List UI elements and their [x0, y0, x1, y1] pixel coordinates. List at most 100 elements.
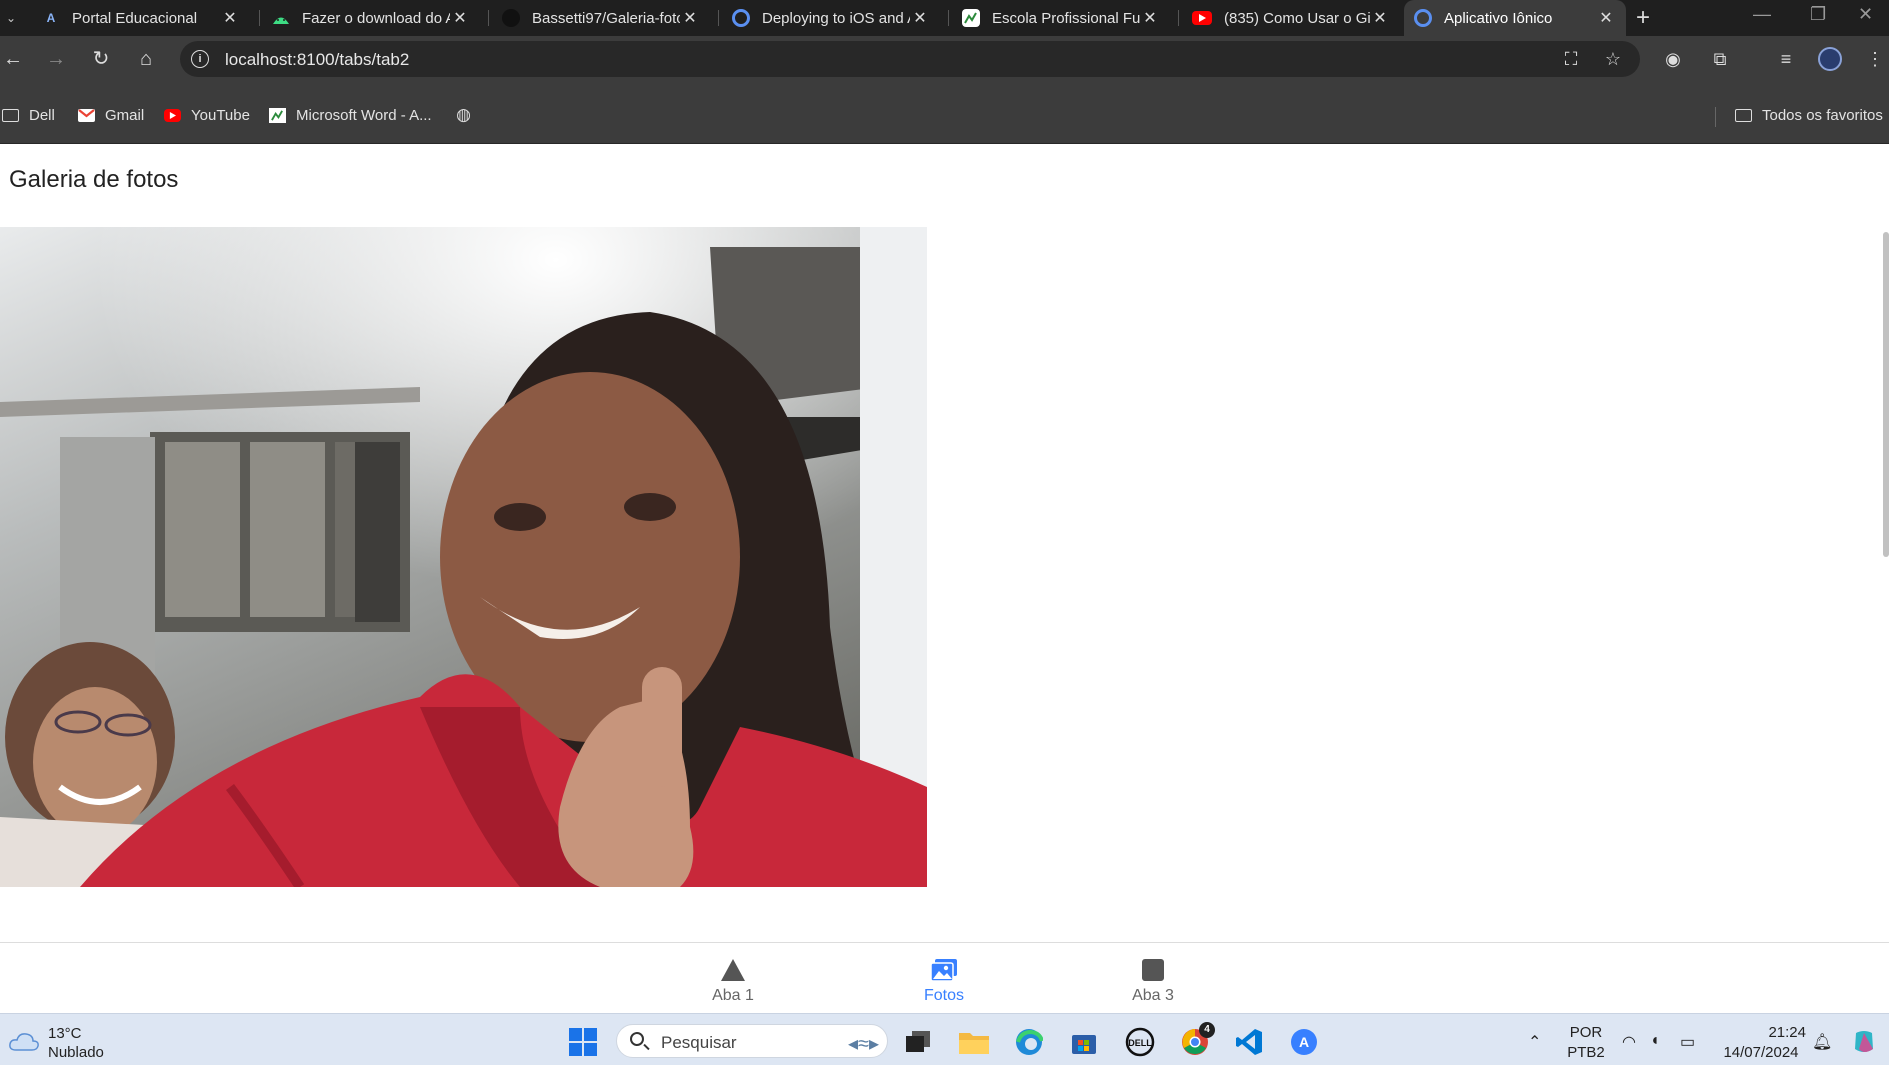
search-highlight-icon: ◂≈▸ — [847, 1033, 879, 1055]
volume-icon[interactable]: ◖ — [1650, 1032, 1660, 1050]
profile-avatar[interactable] — [1818, 47, 1842, 71]
clock-date: 14/07/2024 — [1723, 1044, 1799, 1061]
wifi-icon[interactable]: ◠ — [1622, 1032, 1636, 1052]
translate-icon[interactable]: ⛶ — [1560, 48, 1582, 70]
browser-tab-youtube[interactable]: (835) Como Usar o Git ✕ — [1182, 0, 1400, 36]
triangle-icon — [673, 957, 793, 983]
tab-divider — [948, 10, 949, 26]
tray-chevron-up-icon[interactable]: ⌃ — [1528, 1032, 1541, 1052]
tab-label: Fotos — [923, 987, 964, 1004]
bookmark-label: Dell — [29, 107, 55, 124]
school-icon — [962, 9, 980, 27]
edge-icon[interactable] — [1013, 1026, 1045, 1058]
all-bookmarks-label: Todos os favoritos — [1762, 107, 1883, 124]
tab-divider — [1178, 10, 1179, 26]
window-close-icon[interactable]: ✕ — [1858, 4, 1873, 25]
all-bookmarks-folder[interactable]: Todos os favoritos — [1735, 107, 1883, 124]
tab-fotos[interactable]: Fotos — [884, 957, 1004, 1005]
word-icon — [269, 108, 286, 123]
browser-tab-android-studio[interactable]: Fazer o download do Android Studio ✕ — [262, 0, 480, 36]
browser-tab-portal-educacional[interactable]: A Portal Educacional ✕ — [32, 0, 250, 36]
copilot-icon[interactable] — [1848, 1026, 1880, 1058]
ionic-a-icon: A — [46, 11, 56, 25]
media-controls-icon[interactable]: ≡ — [1773, 46, 1799, 72]
reload-icon[interactable]: ↻ — [88, 46, 114, 72]
weather-desc: Nublado — [48, 1044, 104, 1061]
restore-icon[interactable]: ❐ — [1810, 4, 1826, 25]
forward-arrow-icon[interactable]: → — [43, 46, 69, 72]
minimize-icon[interactable]: — — [1753, 4, 1771, 25]
extensions-puzzle-icon[interactable]: ⧉ — [1707, 46, 1733, 72]
browser-tab-title: Deploying to iOS and Android — [762, 9, 910, 27]
ms-store-icon[interactable] — [1068, 1026, 1100, 1058]
chrome-notification-badge: 4 — [1199, 1022, 1215, 1038]
browser-tab-title: Escola Profissional Fundação — [992, 9, 1140, 27]
close-icon[interactable]: ✕ — [450, 8, 470, 28]
tab-search-chevron-icon[interactable]: ⌄ — [2, 8, 20, 28]
browser-tab-title: Aplicativo Iônico — [1444, 9, 1553, 27]
gallery-photo[interactable] — [0, 227, 927, 887]
bookmark-label: YouTube — [191, 107, 250, 124]
bookmark-word[interactable]: Microsoft Word - A... — [269, 107, 432, 124]
file-explorer-icon[interactable] — [958, 1026, 990, 1058]
url-text[interactable]: localhost:8100/tabs/tab2 — [225, 50, 409, 70]
site-info-icon[interactable]: i — [191, 50, 209, 68]
folder-icon — [1735, 108, 1752, 123]
language-bottom: PTB2 — [1567, 1044, 1605, 1061]
home-icon[interactable]: ⌂ — [133, 46, 159, 72]
battery-icon[interactable]: ▭ — [1680, 1032, 1695, 1052]
browser-tab-aplicativo-ionico[interactable]: Aplicativo Iônico ✕ — [1404, 0, 1626, 36]
bookmark-globe[interactable]: ◍ — [455, 105, 482, 124]
browser-tab-strip: ⌄ A Portal Educacional ✕ Fazer o downloa… — [0, 0, 1889, 36]
browser-tab-capacitor[interactable]: Deploying to iOS and Android ✕ — [722, 0, 940, 36]
android-icon — [272, 9, 290, 27]
folder-icon — [2, 108, 19, 123]
search-icon — [630, 1032, 644, 1046]
youtube-icon — [164, 109, 181, 122]
square-icon — [1093, 957, 1213, 983]
windows-taskbar: 13°C Nublado Pesquisar ◂≈▸ DELL 4 A ⌃ PO… — [0, 1013, 1889, 1065]
close-icon[interactable]: ✕ — [1596, 8, 1616, 28]
app-tab-bar: Aba 1 Fotos Aba 3 — [0, 942, 1889, 1013]
menu-kebab-icon[interactable]: ⋮ — [1862, 46, 1888, 72]
notification-bell-icon[interactable]: 🔔︎ — [1812, 1032, 1832, 1052]
close-icon[interactable]: ✕ — [1140, 8, 1160, 28]
ionic-app-icon[interactable]: A — [1288, 1026, 1320, 1058]
close-icon[interactable]: ✕ — [680, 8, 700, 28]
tab-aba-1[interactable]: Aba 1 — [673, 957, 793, 1005]
bookmark-dell[interactable]: Dell — [2, 107, 55, 124]
photo-thumbnail — [0, 227, 927, 887]
taskbar-search[interactable]: Pesquisar ◂≈▸ — [616, 1024, 888, 1058]
vscode-icon[interactable] — [1233, 1026, 1265, 1058]
bookmark-gmail[interactable]: Gmail — [78, 107, 144, 124]
close-icon[interactable]: ✕ — [910, 8, 930, 28]
incognito-extension-icon[interactable]: ◉ — [1660, 46, 1686, 72]
task-view-icon[interactable] — [902, 1026, 934, 1058]
bookmark-star-icon[interactable]: ☆ — [1602, 48, 1624, 70]
language-indicator[interactable]: POR PTB2 — [1566, 1023, 1606, 1063]
browser-tab-escola[interactable]: Escola Profissional Fundação ✕ — [952, 0, 1170, 36]
windows-start-icon[interactable] — [567, 1026, 599, 1058]
tab-divider — [488, 10, 489, 26]
new-tab-button[interactable]: + — [1636, 4, 1650, 32]
youtube-icon — [1192, 11, 1212, 25]
search-placeholder: Pesquisar — [661, 1033, 737, 1052]
bookmark-youtube[interactable]: YouTube — [164, 107, 250, 124]
tab-label: Aba 3 — [1132, 987, 1174, 1004]
clock[interactable]: 21:24 14/07/2024 — [1716, 1023, 1806, 1063]
clock-time: 21:24 — [1768, 1024, 1806, 1041]
weather-widget[interactable]: 13°C Nublado — [8, 1024, 104, 1062]
tab-aba-3[interactable]: Aba 3 — [1093, 957, 1213, 1005]
browser-tab-title: (835) Como Usar o Git — [1224, 9, 1370, 27]
tab-label: Aba 1 — [712, 987, 754, 1004]
address-bar[interactable]: i localhost:8100/tabs/tab2 ⛶ ☆ — [180, 41, 1640, 77]
back-arrow-icon[interactable]: ← — [0, 46, 26, 72]
close-icon[interactable]: ✕ — [1370, 8, 1390, 28]
browser-tab-github[interactable]: Bassetti97/Galeria-fotos ✕ — [492, 0, 710, 36]
dell-icon[interactable]: DELL — [1124, 1026, 1156, 1058]
language-top: POR — [1569, 1024, 1603, 1041]
github-icon — [502, 9, 520, 27]
close-icon[interactable]: ✕ — [220, 8, 240, 28]
page-scrollbar[interactable] — [1883, 232, 1889, 557]
chrome-icon[interactable]: 4 — [1179, 1022, 1215, 1058]
